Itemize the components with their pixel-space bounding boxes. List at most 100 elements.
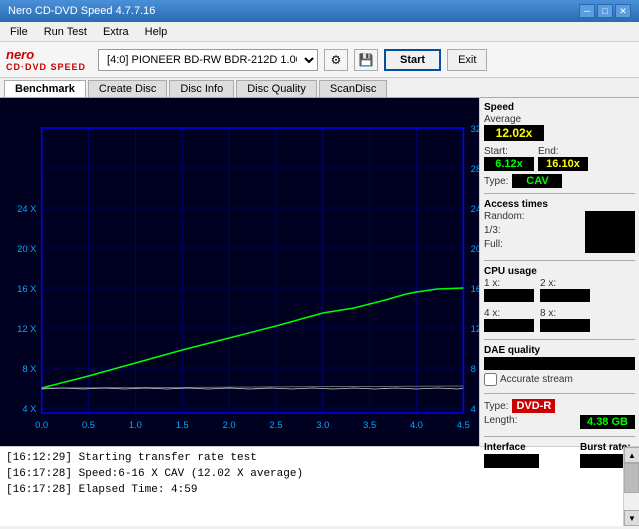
maximize-button[interactable]: □	[597, 4, 613, 18]
end-label: End:	[538, 146, 588, 157]
disc-section: Type: DVD-R Length: 4.38 GB	[484, 399, 635, 429]
access-section: Access times Random: 1/3: Full:	[484, 199, 635, 253]
cpu-2x-value	[540, 289, 590, 302]
random-value	[585, 211, 635, 225]
tab-benchmark[interactable]: Benchmark	[4, 80, 86, 97]
svg-text:3.5: 3.5	[363, 420, 376, 430]
benchmark-chart: 4 X 8 X 12 X 16 X 20 X 24 X 4 8 12 16 20…	[0, 98, 479, 446]
divider-1	[484, 193, 635, 194]
start-value: 6.12x	[484, 157, 534, 171]
accurate-stream-checkbox[interactable]	[484, 373, 497, 386]
menubar: File Run Test Extra Help	[0, 22, 639, 42]
log-content: [16:12:29] Starting transfer rate test […	[0, 447, 623, 526]
end-value: 16.10x	[538, 157, 588, 171]
scrollbar-down-btn[interactable]: ▼	[624, 510, 639, 526]
onethird-value	[585, 225, 635, 239]
accurate-stream-row: Accurate stream	[484, 373, 635, 386]
menu-file[interactable]: File	[4, 24, 34, 40]
full-value	[585, 239, 635, 253]
cpu-8x-label: 8 x:	[540, 308, 556, 319]
svg-text:8: 8	[471, 364, 476, 374]
main-content: 4 X 8 X 12 X 16 X 20 X 24 X 4 8 12 16 20…	[0, 98, 639, 446]
close-button[interactable]: ✕	[615, 4, 631, 18]
log-entry-1: [16:17:28] Speed:6-16 X CAV (12.02 X ave…	[6, 466, 617, 482]
svg-text:20 X: 20 X	[17, 244, 36, 254]
svg-text:3.0: 3.0	[316, 420, 329, 430]
speed-section: Speed Average 12.02x	[484, 102, 635, 141]
cpu-2x-label: 2 x:	[540, 278, 556, 289]
scrollbar-thumb[interactable]	[624, 463, 639, 493]
svg-text:1.5: 1.5	[176, 420, 189, 430]
type-value: CAV	[512, 174, 562, 188]
tab-disc-info[interactable]: Disc Info	[169, 80, 234, 97]
menu-run-test[interactable]: Run Test	[38, 24, 93, 40]
svg-text:4: 4	[471, 404, 476, 414]
svg-text:16 X: 16 X	[17, 284, 36, 294]
dae-title: DAE quality	[484, 345, 635, 356]
chart-area: 4 X 8 X 12 X 16 X 20 X 24 X 4 8 12 16 20…	[0, 98, 479, 446]
disc-type-label: Type:	[484, 401, 508, 412]
svg-text:20: 20	[471, 244, 479, 254]
divider-2	[484, 260, 635, 261]
type-row: Type: CAV	[484, 174, 635, 188]
menu-extra[interactable]: Extra	[97, 24, 135, 40]
cpu-1x-label: 1 x:	[484, 278, 500, 289]
drive-select[interactable]: [4:0] PIONEER BD-RW BDR-212D 1.00	[98, 49, 318, 71]
speed-title: Speed	[484, 102, 635, 113]
full-label: Full:	[484, 239, 503, 253]
start-end-row: Start: 6.12x End: 16.10x	[484, 146, 635, 171]
scrollbar-track[interactable]	[624, 463, 639, 510]
tab-bar: Benchmark Create Disc Disc Info Disc Qua…	[0, 78, 639, 98]
divider-5	[484, 436, 635, 437]
svg-text:1.0: 1.0	[129, 420, 142, 430]
right-panel: Speed Average 12.02x Start: 6.12x End: 1…	[479, 98, 639, 446]
minimize-button[interactable]: ─	[579, 4, 595, 18]
svg-text:24 X: 24 X	[17, 204, 36, 214]
svg-text:28: 28	[471, 164, 479, 174]
menu-help[interactable]: Help	[139, 24, 174, 40]
svg-text:4 X: 4 X	[22, 404, 36, 414]
window-controls: ─ □ ✕	[579, 4, 631, 18]
svg-text:24: 24	[471, 204, 479, 214]
log-scrollbar[interactable]: ▲ ▼	[623, 447, 639, 526]
disc-type-value: DVD-R	[512, 399, 555, 413]
tab-disc-quality[interactable]: Disc Quality	[236, 80, 317, 97]
toolbar-icon-btn-1[interactable]: ⚙	[324, 49, 348, 71]
type-label: Type:	[484, 176, 508, 187]
start-button[interactable]: Start	[384, 49, 441, 71]
log-entry-0: [16:12:29] Starting transfer rate test	[6, 450, 617, 466]
average-value: 12.02x	[484, 125, 544, 141]
disc-length-value: 4.38 GB	[580, 415, 635, 429]
log-entry-2: [16:17:28] Elapsed Time: 4:59	[6, 482, 617, 498]
cpu-4x-value	[484, 319, 534, 332]
access-title: Access times	[484, 199, 635, 210]
titlebar: Nero CD-DVD Speed 4.7.7.16 ─ □ ✕	[0, 0, 639, 22]
toolbar-icon-btn-2[interactable]: 💾	[354, 49, 378, 71]
scrollbar-up-btn[interactable]: ▲	[624, 447, 639, 463]
accurate-stream-label: Accurate stream	[500, 374, 573, 385]
divider-4	[484, 393, 635, 394]
random-label: Random:	[484, 211, 525, 225]
divider-3	[484, 339, 635, 340]
dae-value	[484, 357, 635, 370]
cpu-section: CPU usage 1 x: 2 x: 4 x: 8 x:	[484, 266, 635, 332]
nero-logo: nero CD·DVD SPEED	[6, 47, 86, 72]
disc-length-label: Length:	[484, 415, 517, 429]
onethird-label: 1/3:	[484, 225, 501, 239]
dae-section: DAE quality Accurate stream	[484, 345, 635, 386]
log-area: [16:12:29] Starting transfer rate test […	[0, 446, 639, 526]
svg-text:0.0: 0.0	[35, 420, 48, 430]
svg-text:32: 32	[471, 124, 479, 134]
cpu-title: CPU usage	[484, 266, 635, 277]
svg-text:4.0: 4.0	[410, 420, 423, 430]
svg-text:12: 12	[471, 324, 479, 334]
tab-create-disc[interactable]: Create Disc	[88, 80, 167, 97]
average-label: Average	[484, 114, 635, 125]
app-title: Nero CD-DVD Speed 4.7.7.16	[8, 5, 155, 17]
exit-button[interactable]: Exit	[447, 49, 487, 71]
svg-text:12 X: 12 X	[17, 324, 36, 334]
tab-scan-disc[interactable]: ScanDisc	[319, 80, 387, 97]
cpu-8x-value	[540, 319, 590, 332]
svg-text:16: 16	[471, 284, 479, 294]
svg-text:2.5: 2.5	[269, 420, 282, 430]
